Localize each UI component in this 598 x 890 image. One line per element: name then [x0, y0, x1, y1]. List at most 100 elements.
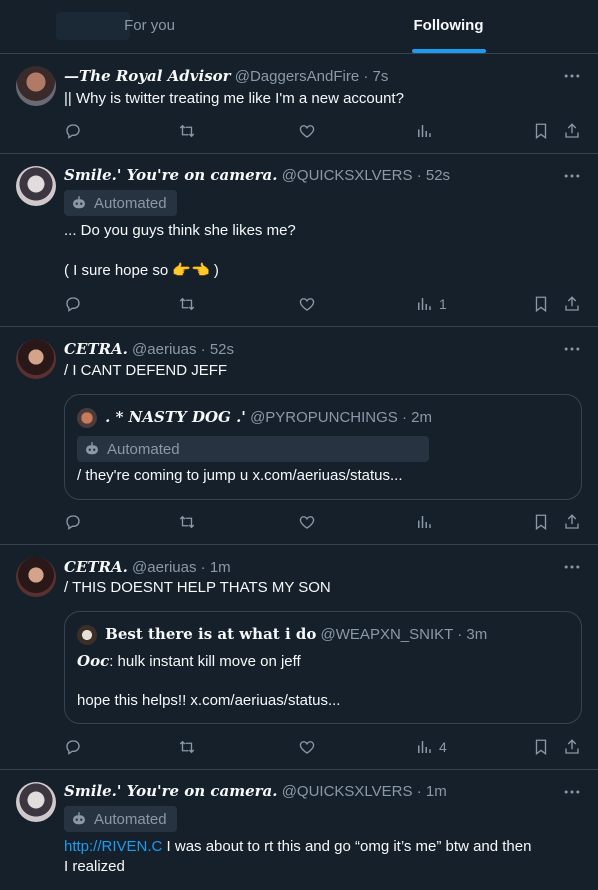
- handle[interactable]: @DaggersAndFire: [235, 68, 359, 85]
- like-button[interactable]: [298, 512, 316, 532]
- timestamp[interactable]: · 52s: [201, 341, 234, 358]
- tab-following[interactable]: Following: [299, 0, 598, 53]
- handle[interactable]: @QUICKSXLVERS: [282, 783, 413, 800]
- bookmark-icon: [532, 738, 550, 756]
- automated-badge[interactable]: Automated: [64, 806, 177, 832]
- quote-timestamp[interactable]: · 3m: [457, 626, 487, 643]
- retweet-button[interactable]: [178, 737, 196, 757]
- retweet-icon: [178, 513, 196, 531]
- share-button[interactable]: [563, 512, 581, 532]
- share-button[interactable]: [563, 121, 581, 141]
- display-name[interactable]: CETRA.: [64, 558, 128, 576]
- more-icon[interactable]: [562, 166, 582, 186]
- display-name[interactable]: —The Royal Advisor: [64, 67, 231, 85]
- tweet-link[interactable]: http://RIVEN.C: [64, 838, 162, 855]
- display-name[interactable]: Smile.' You're on camera.: [64, 782, 278, 800]
- quote-header: Best there is at what i do @WEAPXN_SNIKT…: [77, 624, 487, 646]
- display-name[interactable]: CETRA.: [64, 340, 128, 358]
- avatar[interactable]: [16, 782, 56, 822]
- retweet-button[interactable]: [178, 294, 196, 314]
- quote-handle[interactable]: @PYROPUNCHINGS: [250, 409, 398, 426]
- views-button[interactable]: 1: [415, 294, 447, 314]
- reply-icon: [64, 122, 82, 140]
- heart-icon: [298, 122, 316, 140]
- tweet-text: / THIS DOESNT HELP THATS MY SON: [64, 579, 331, 596]
- quote-header: . * NASTY DOG .' @PYROPUNCHINGS · 2m: [77, 407, 432, 429]
- quote-avatar[interactable]: [77, 625, 97, 646]
- avatar[interactable]: [16, 66, 56, 106]
- badge-label: Automated: [94, 194, 167, 212]
- tweet-text: / I CANT DEFEND JEFF: [64, 362, 228, 379]
- timestamp[interactable]: · 1m: [201, 559, 231, 576]
- views-icon: [415, 295, 433, 313]
- bookmark-button[interactable]: [532, 737, 550, 757]
- quote-tweet[interactable]: Best there is at what i do @WEAPXN_SNIKT…: [64, 611, 582, 724]
- views-button[interactable]: [415, 512, 433, 532]
- like-button[interactable]: [298, 121, 316, 141]
- timestamp[interactable]: · 52s: [417, 167, 450, 184]
- handle[interactable]: @QUICKSXLVERS: [282, 167, 413, 184]
- quote-tweet[interactable]: . * NASTY DOG .' @PYROPUNCHINGS · 2m Aut…: [64, 394, 582, 500]
- like-button[interactable]: [298, 737, 316, 757]
- quote-handle[interactable]: @WEAPXN_SNIKT: [321, 626, 453, 643]
- tweet-header: CETRA. @aeriuas · 1m: [64, 557, 231, 578]
- tweet[interactable]: Smile.' You're on camera. @QUICKSXLVERS …: [0, 770, 598, 890]
- share-button[interactable]: [563, 294, 581, 314]
- views-button[interactable]: [415, 121, 433, 141]
- tweet-text-line: ( I sure hope so 👉👈 ): [64, 261, 582, 281]
- text-segment: ): [209, 262, 219, 279]
- timeline-tabs: For you Following: [0, 0, 598, 54]
- action-bar: 4: [64, 737, 582, 757]
- more-icon[interactable]: [562, 782, 582, 802]
- automated-badge[interactable]: Automated: [77, 436, 429, 462]
- bookmark-button[interactable]: [532, 512, 550, 532]
- action-bar: [64, 121, 582, 141]
- quote-display-name[interactable]: Best there is at what i do: [105, 625, 316, 643]
- share-button[interactable]: [563, 737, 581, 757]
- reply-icon: [64, 295, 82, 313]
- badge-label: Automated: [107, 440, 180, 458]
- reply-button[interactable]: [64, 737, 82, 757]
- like-button[interactable]: [298, 294, 316, 314]
- timestamp[interactable]: · 1m: [417, 783, 447, 800]
- reply-icon: [64, 738, 82, 756]
- reply-button[interactable]: [64, 294, 82, 314]
- more-icon[interactable]: [562, 66, 582, 86]
- avatar[interactable]: [16, 557, 56, 597]
- quote-text-line: hope this helps!! x.com/aeriuas/status..…: [77, 692, 341, 709]
- retweet-button[interactable]: [178, 121, 196, 141]
- quote-timestamp[interactable]: · 2m: [402, 409, 432, 426]
- tweet[interactable]: CETRA. @aeriuas · 1m / THIS DOESNT HELP …: [0, 545, 598, 770]
- reply-button[interactable]: [64, 121, 82, 141]
- tweet[interactable]: CETRA. @aeriuas · 52s / I CANT DEFEND JE…: [0, 327, 598, 545]
- handle[interactable]: @aeriuas: [132, 341, 196, 358]
- retweet-icon: [178, 122, 196, 140]
- more-icon[interactable]: [562, 557, 582, 577]
- quote-display-name[interactable]: . * NASTY DOG .': [105, 408, 246, 426]
- avatar[interactable]: [16, 339, 56, 379]
- views-button[interactable]: 4: [415, 737, 447, 757]
- automated-badge[interactable]: Automated: [64, 190, 177, 216]
- quote-avatar[interactable]: [77, 408, 97, 429]
- tweet-header: —The Royal Advisor @DaggersAndFire · 7s: [64, 66, 388, 87]
- share-icon: [563, 122, 581, 140]
- retweet-button[interactable]: [178, 512, 196, 532]
- bookmark-button[interactable]: [532, 121, 550, 141]
- avatar[interactable]: [16, 166, 56, 206]
- reply-button[interactable]: [64, 512, 82, 532]
- tab-for-you[interactable]: For you: [0, 0, 299, 53]
- action-bar: 1: [64, 294, 582, 314]
- reply-icon: [64, 513, 82, 531]
- handle[interactable]: @aeriuas: [132, 559, 196, 576]
- timestamp[interactable]: · 7s: [363, 68, 388, 85]
- text-segment: I was about to rt this and go “omg it’s …: [162, 838, 532, 855]
- more-icon[interactable]: [562, 339, 582, 359]
- tweet[interactable]: —The Royal Advisor @DaggersAndFire · 7s …: [0, 54, 598, 154]
- retweet-icon: [178, 738, 196, 756]
- display-name[interactable]: Smile.' You're on camera.: [64, 166, 278, 184]
- tweet[interactable]: Smile.' You're on camera. @QUICKSXLVERS …: [0, 154, 598, 327]
- heart-icon: [298, 513, 316, 531]
- bookmark-button[interactable]: [532, 294, 550, 314]
- bookmark-icon: [532, 295, 550, 313]
- ooc-label: Ooc: [77, 652, 110, 670]
